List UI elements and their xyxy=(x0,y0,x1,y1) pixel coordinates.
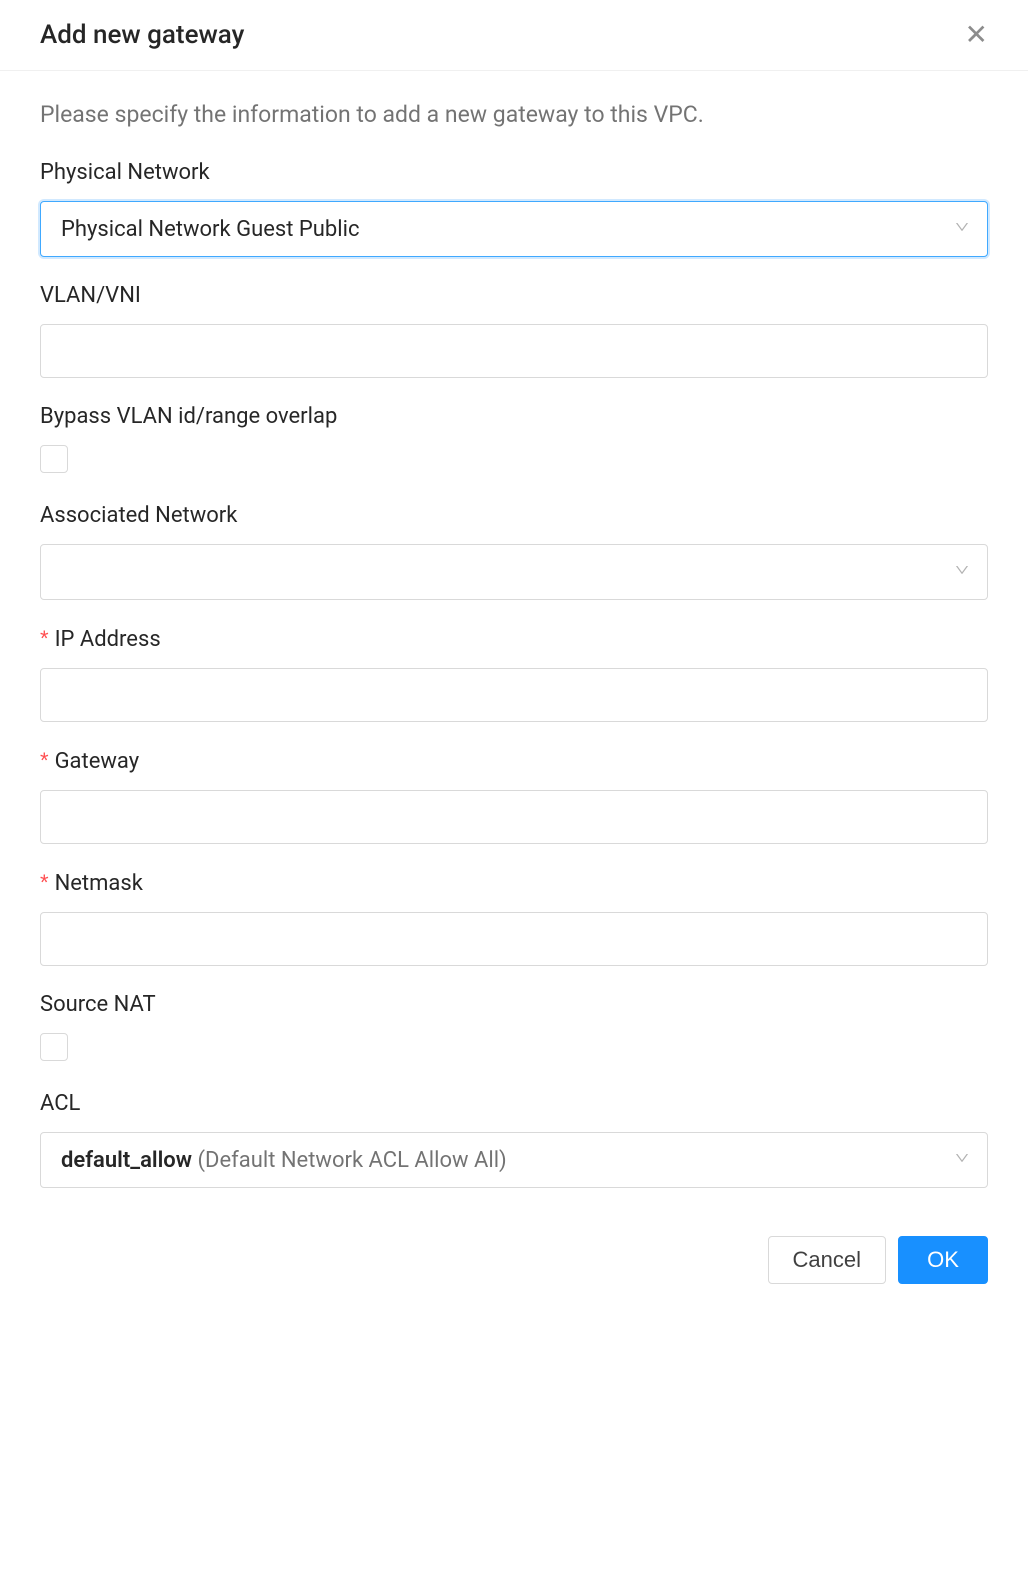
label-physical-network: Physical Network xyxy=(40,160,988,185)
label-associated-network: Associated Network xyxy=(40,503,988,528)
label-vlan-vni: VLAN/VNI xyxy=(40,283,988,308)
input-ip-address[interactable] xyxy=(40,668,988,722)
select-associated-network[interactable] xyxy=(40,544,988,600)
label-source-nat: Source NAT xyxy=(40,992,988,1017)
required-mark-icon: * xyxy=(40,870,49,895)
label-gateway: *Gateway xyxy=(40,748,988,774)
field-source-nat: Source NAT xyxy=(40,992,988,1065)
select-physical-network-value: Physical Network Guest Public xyxy=(61,217,359,242)
select-acl-value: default_allow (Default Network ACL Allow… xyxy=(61,1148,507,1173)
field-associated-network: Associated Network xyxy=(40,503,988,600)
field-gateway: *Gateway xyxy=(40,748,988,844)
select-associated-network-wrap xyxy=(40,544,988,600)
field-acl: ACL default_allow (Default Network ACL A… xyxy=(40,1091,988,1188)
field-vlan-vni: VLAN/VNI xyxy=(40,283,988,378)
label-netmask: *Netmask xyxy=(40,870,988,896)
select-physical-network-wrap: Physical Network Guest Public xyxy=(40,201,988,257)
input-gateway[interactable] xyxy=(40,790,988,844)
modal-body: Please specify the information to add a … xyxy=(0,71,1028,1224)
label-acl: ACL xyxy=(40,1091,988,1116)
modal-footer: Cancel OK xyxy=(0,1224,1028,1314)
modal-title: Add new gateway xyxy=(40,20,244,50)
modal-header: Add new gateway ✕ xyxy=(0,0,1028,71)
checkbox-bypass-vlan[interactable] xyxy=(40,445,68,473)
select-acl[interactable]: default_allow (Default Network ACL Allow… xyxy=(40,1132,988,1188)
add-gateway-modal: Add new gateway ✕ Please specify the inf… xyxy=(0,0,1028,1314)
required-mark-icon: * xyxy=(40,626,49,651)
required-mark-icon: * xyxy=(40,748,49,773)
label-bypass-vlan: Bypass VLAN id/range overlap xyxy=(40,404,988,429)
label-ip-address: *IP Address xyxy=(40,626,988,652)
field-ip-address: *IP Address xyxy=(40,626,988,722)
input-netmask[interactable] xyxy=(40,912,988,966)
select-acl-wrap: default_allow (Default Network ACL Allow… xyxy=(40,1132,988,1188)
field-bypass-vlan: Bypass VLAN id/range overlap xyxy=(40,404,988,477)
field-physical-network: Physical Network Physical Network Guest … xyxy=(40,160,988,257)
select-physical-network[interactable]: Physical Network Guest Public xyxy=(40,201,988,257)
field-netmask: *Netmask xyxy=(40,870,988,966)
ok-button[interactable]: OK xyxy=(898,1236,988,1284)
cancel-button[interactable]: Cancel xyxy=(768,1236,886,1284)
close-icon[interactable]: ✕ xyxy=(965,21,988,49)
modal-description: Please specify the information to add a … xyxy=(40,101,988,128)
input-vlan-vni[interactable] xyxy=(40,324,988,378)
checkbox-source-nat[interactable] xyxy=(40,1033,68,1061)
